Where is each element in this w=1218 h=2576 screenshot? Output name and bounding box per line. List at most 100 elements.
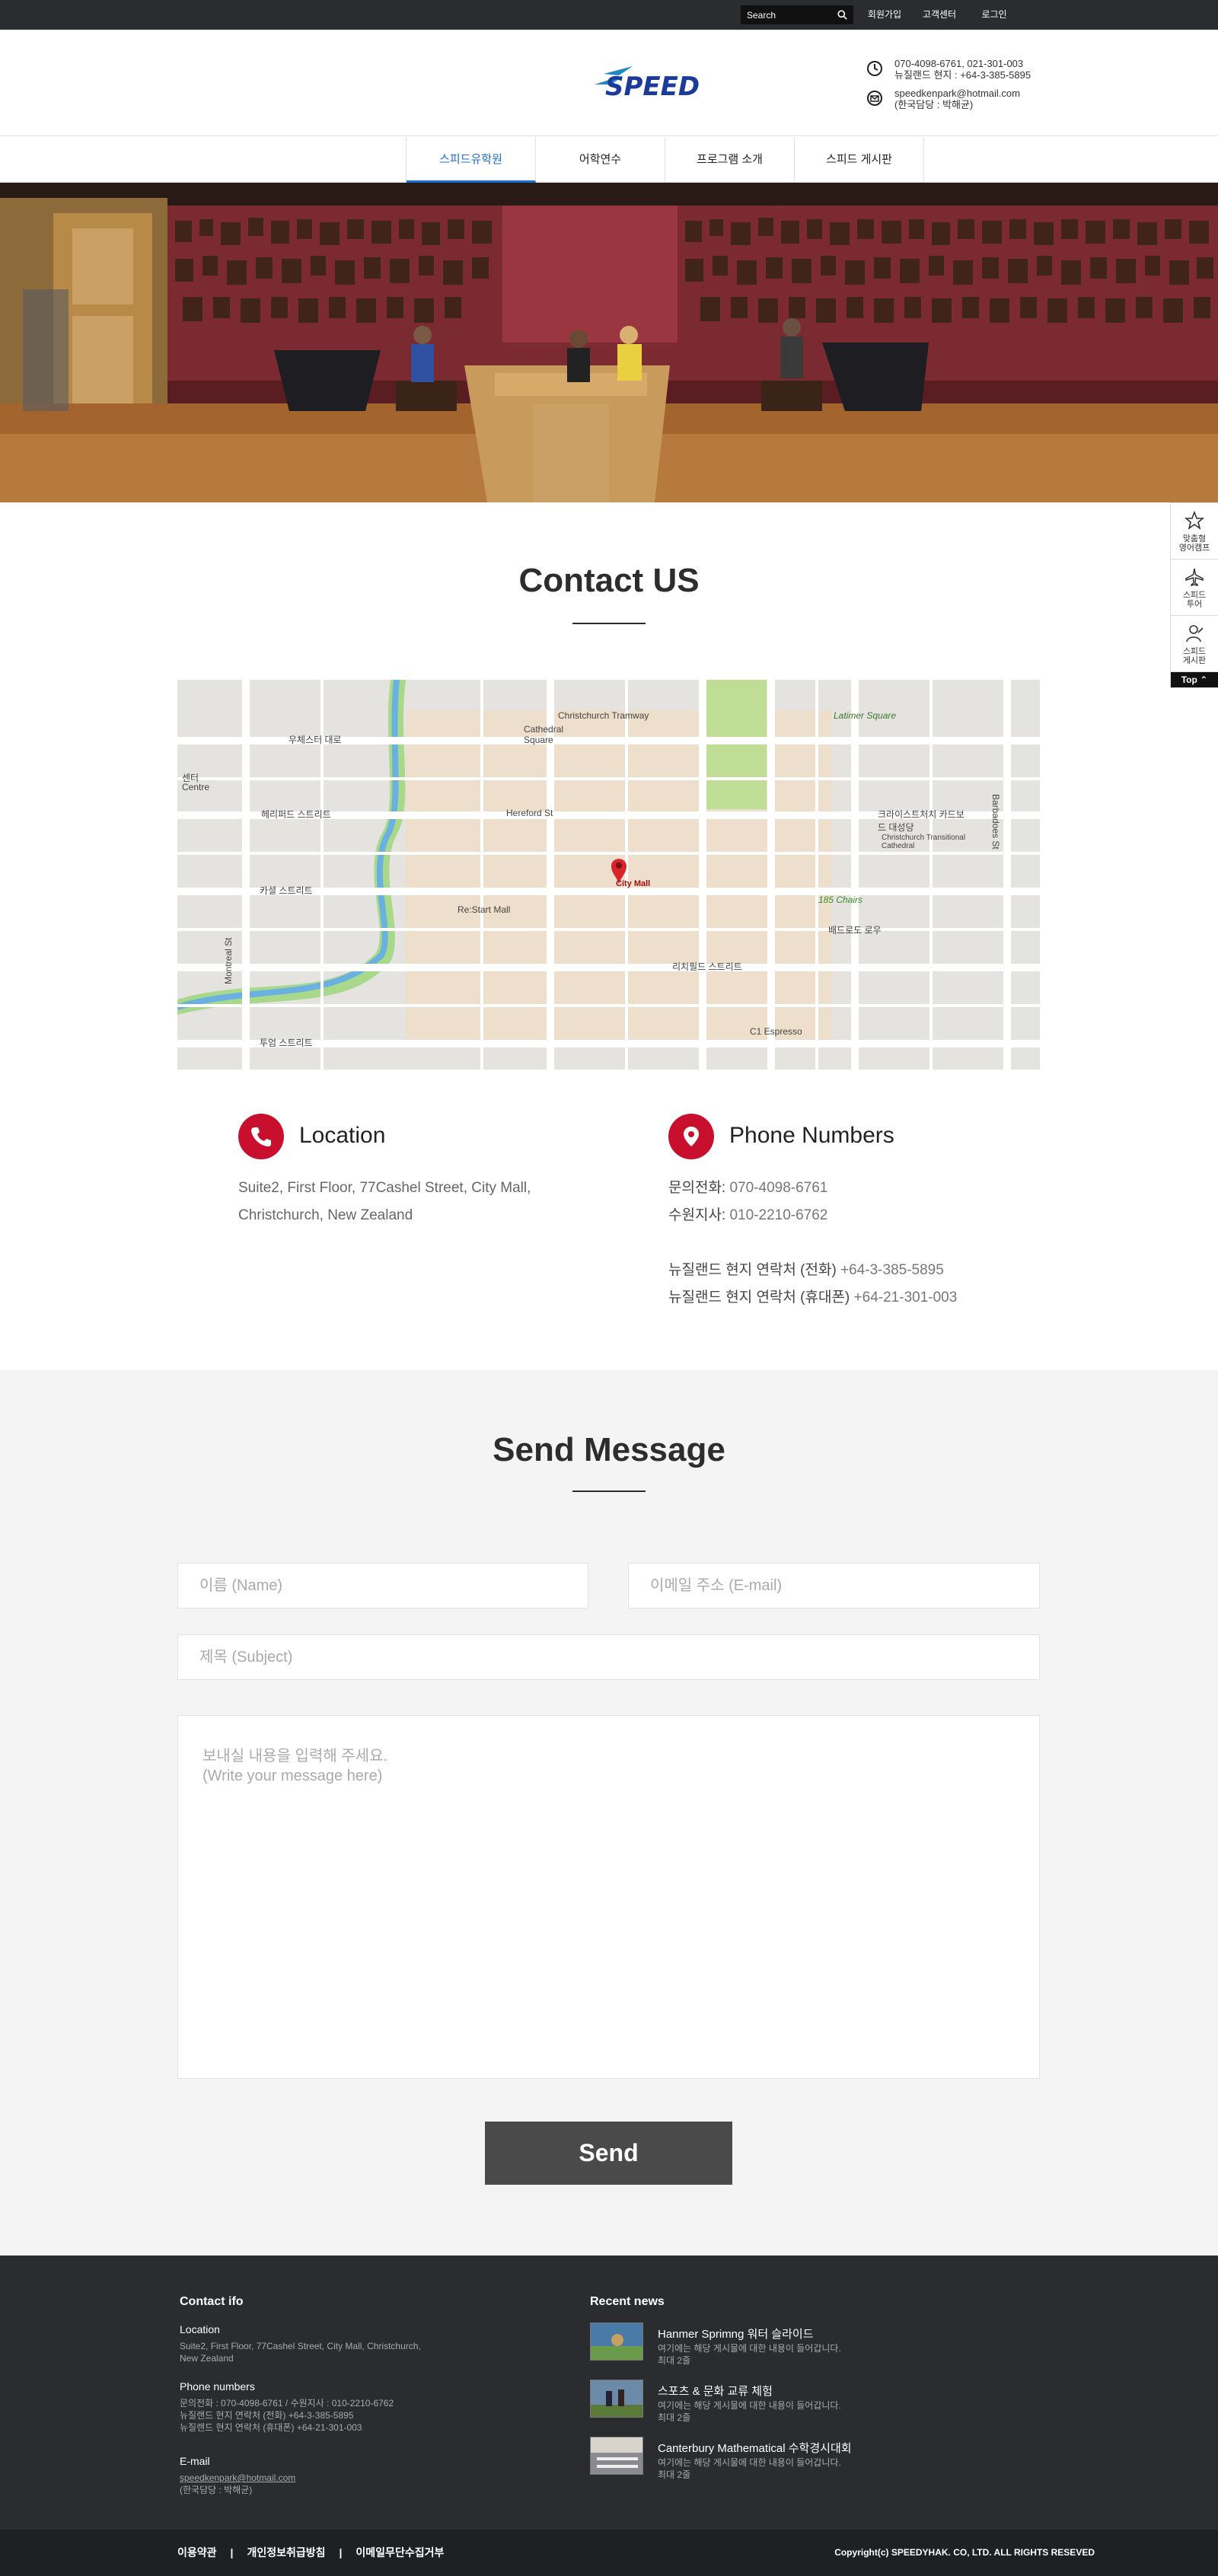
privacy-link[interactable]: 개인정보취급방침 [247, 2530, 325, 2576]
send-message-section: Send Message Send [0, 1370, 1218, 2256]
footer-location-line2: New Zealand [180, 2353, 234, 2364]
footer-location-line1: Suite2, First Floor, 77Cashel Street, Ci… [180, 2341, 421, 2351]
quick-item-board[interactable]: 스피드 게시판 [1171, 616, 1218, 672]
news-thumbnail[interactable] [590, 2437, 643, 2475]
subject-field[interactable] [177, 1634, 1040, 1680]
news-item-desc: 최대 2줄 [658, 2469, 691, 2480]
terms-link[interactable]: 이용약관 [177, 2530, 217, 2576]
contact-title-underline [572, 623, 646, 624]
quick-item-english-camp[interactable]: 맞춤형 영어캠프 [1171, 503, 1218, 560]
phone-icon [251, 1127, 271, 1146]
copyright: Copyright(c) SPEEDYHAK. CO, LTD. ALL RIG… [834, 2547, 1095, 2558]
map-label: 헤리퍼드 스트리트 [261, 809, 331, 820]
news-item-title[interactable]: Canterbury Mathematical 수학경시대회 [658, 2440, 852, 2456]
phone-line4: 뉴질랜드 현지 연락처 (휴대폰) +64-21-301-003 [668, 1288, 957, 1308]
footer-links: 이용약관 | 개인정보취급방침 | 이메일무단수집거부 [177, 2530, 444, 2576]
map-label: Cathedral Square [524, 724, 564, 745]
clock-icon [867, 61, 882, 76]
map-label: 배드로도 로우 [828, 925, 882, 936]
footer-phone-line1: 문의전화 : 070-4098-6761 / 수원지사 : 010-2210-6… [180, 2398, 394, 2409]
top-search-box [741, 5, 853, 24]
footer-location-label: Location [180, 2323, 220, 2335]
location-line2: Christchurch, New Zealand [238, 1207, 413, 1223]
send-message-underline [572, 1490, 646, 1492]
footer-email-link[interactable]: speedkenpark@hotmail.com [180, 2472, 295, 2483]
quick-item-label: 스피드 게시판 [1182, 647, 1207, 665]
news-item-title[interactable]: Hanmer Sprimng 워터 슬라이드 [658, 2326, 814, 2342]
link-separator: | [230, 2546, 234, 2558]
top-links: 회원가입 고객센터 로그인 [857, 0, 1022, 30]
news-thumbnail-image [591, 2380, 642, 2417]
map-label: 투엄 스트리트 [260, 1038, 313, 1048]
speed-logo[interactable]: SPEED [588, 59, 710, 104]
news-item-desc: 여기에는 해당 게시물에 대한 내용이 들어갑니다. [658, 2343, 841, 2354]
nav-item-language-study[interactable]: 어학연수 [536, 137, 665, 183]
contact-title: Contact US [518, 562, 700, 599]
footer-email-label: E-mail [180, 2455, 210, 2467]
nav-item-programs[interactable]: 프로그램 소개 [665, 137, 795, 183]
star-icon [1184, 510, 1205, 530]
top-bar: 회원가입 고객센터 로그인 [0, 0, 1218, 30]
signup-link[interactable]: 회원가입 [857, 0, 912, 30]
map-label: Hereford St [506, 808, 553, 818]
phone-icon-circle [668, 1114, 714, 1159]
quick-item-label: 맞춤형 영어캠프 [1178, 534, 1210, 553]
phone-line3-value: +64-3-385-5895 [840, 1262, 944, 1278]
phone-line4-label: 뉴질랜드 현지 연락처 (휴대폰) [668, 1290, 850, 1306]
search-icon[interactable] [837, 10, 847, 20]
send-message-title: Send Message [493, 1431, 725, 1468]
map-label: City Mall [616, 879, 651, 888]
customer-center-link[interactable]: 고객센터 [912, 0, 967, 30]
location-title: Location [299, 1123, 386, 1148]
chevron-up-icon: ⌃ [1200, 674, 1208, 685]
header: SPEED 070-4098-6761, 021-301-003 뉴질랜드 현지… [0, 30, 1218, 136]
header-phone-line1: 070-4098-6761, 021-301-003 [894, 58, 1024, 69]
phone-line1-value: 070-4098-6761 [729, 1180, 828, 1196]
hero-banner-image [0, 183, 1218, 502]
news-item-desc: 최대 2줄 [658, 2412, 691, 2423]
map-label: Montreal St [223, 937, 234, 984]
send-button[interactable]: Send [485, 2122, 732, 2185]
no-email-collection-link[interactable]: 이메일무단수집거부 [356, 2530, 444, 2576]
phone-line2-value: 010-2210-6762 [729, 1207, 828, 1223]
nav-item-speed-academy[interactable]: 스피드유학원 [407, 137, 536, 183]
map-pin-icon [684, 1127, 699, 1146]
mail-icon [867, 91, 882, 106]
main-nav: 스피드유학원 어학연수 프로그램 소개 스피드 게시판 [0, 137, 1218, 183]
bottom-bar: 이용약관 | 개인정보취급방침 | 이메일무단수집거부 Copyright(c)… [0, 2530, 1218, 2576]
news-thumbnail[interactable] [590, 2380, 643, 2418]
name-field[interactable] [177, 1563, 588, 1608]
footer-phone-label: Phone numbers [180, 2380, 255, 2393]
phone-line3-label: 뉴질랜드 현지 연락처 (전화) [668, 1262, 837, 1278]
map-label: C1 Espresso [750, 1026, 802, 1037]
footer: Contact ifo Location Suite2, First Floor… [0, 2256, 1218, 2530]
map-label: Latimer Square [834, 710, 897, 721]
header-email-line1[interactable]: speedkenpark@hotmail.com [894, 88, 1020, 99]
news-item-desc: 최대 2줄 [658, 2355, 691, 2366]
news-thumbnail[interactable] [590, 2323, 643, 2361]
map-label: Christchurch Transitional Cathedral [882, 834, 966, 850]
phone-title: Phone Numbers [729, 1123, 894, 1148]
phone-line2: 수원지사: 010-2210-6762 [668, 1206, 827, 1226]
footer-email-line2: (한국담당 : 박해균) [180, 2485, 253, 2495]
news-item-title[interactable]: 스포츠 & 문화 교류 체험 [658, 2383, 773, 2399]
message-textarea[interactable] [177, 1715, 1040, 2079]
news-thumbnail-image [591, 2323, 642, 2360]
scroll-top-button[interactable]: Top ⌃ [1171, 672, 1218, 687]
nav-item-board[interactable]: 스피드 게시판 [795, 137, 924, 183]
link-separator: | [339, 2546, 343, 2558]
map-label: 리치필드 스트리트 [672, 961, 742, 972]
news-item-desc: 여기에는 해당 게시물에 대한 내용이 들어갑니다. [658, 2457, 841, 2468]
location-map[interactable]: Christchurch Tramway Cathedral Square La… [177, 680, 1040, 1070]
location-line1: Suite2, First Floor, 77Cashel Street, Ci… [238, 1180, 531, 1196]
map-label: 카셜 스트리트 [260, 885, 313, 896]
phone-line3: 뉴질랜드 현지 연락처 (전화) +64-3-385-5895 [668, 1261, 944, 1280]
email-field[interactable] [628, 1563, 1040, 1608]
map-label: Barbadoes St [990, 794, 1001, 850]
footer-news-title: Recent news [590, 2295, 665, 2308]
phone-line1-label: 문의전화: [668, 1180, 726, 1196]
search-input[interactable] [747, 8, 831, 22]
login-link[interactable]: 로그인 [967, 0, 1022, 30]
news-item-desc: 여기에는 해당 게시물에 대한 내용이 들어갑니다. [658, 2400, 841, 2411]
map-label: Centre [182, 782, 210, 792]
